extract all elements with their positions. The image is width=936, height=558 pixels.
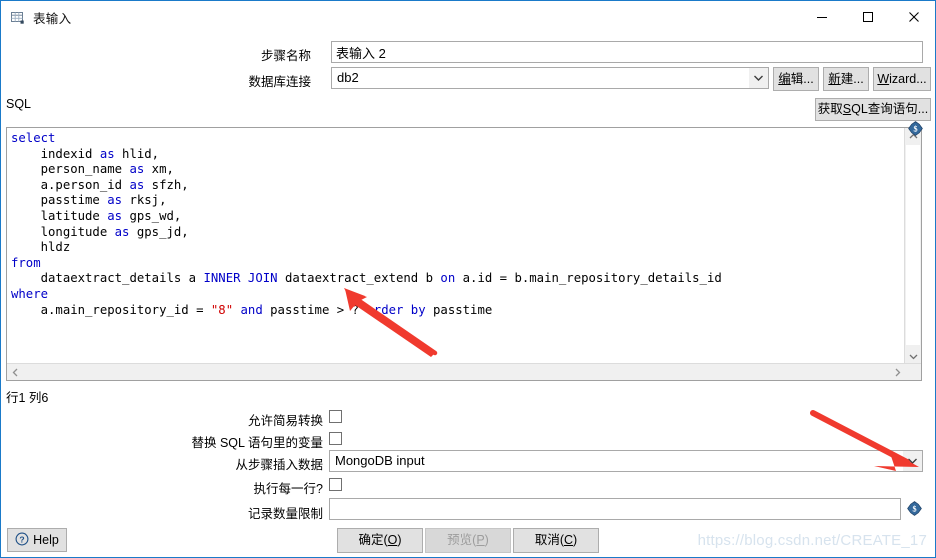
sql-section-label: SQL: [6, 97, 32, 111]
cancel-btn-close-paren: ): [573, 533, 578, 548]
close-button[interactable]: [891, 1, 935, 32]
get-sql-btn-rest: QL查询语句...: [851, 102, 929, 117]
new-btn-rest: 建...: [840, 71, 864, 86]
preview-btn-close-paren: ): [484, 533, 489, 548]
edit-connection-button[interactable]: 编辑...: [773, 67, 819, 91]
help-circle-icon: ?: [15, 532, 29, 549]
table-input-icon: [10, 10, 26, 26]
minimize-button[interactable]: [799, 1, 845, 32]
chevron-down-icon[interactable]: [903, 451, 922, 471]
sql-horizontal-scrollbar[interactable]: [7, 363, 921, 380]
row-limit-variable-marker-icon: $: [907, 501, 922, 516]
new-connection-button[interactable]: 新建...: [823, 67, 869, 91]
sql-variable-marker-icon: $: [908, 121, 923, 136]
maximize-icon: [863, 11, 873, 22]
new-btn-mnemonic: 新: [828, 71, 841, 86]
chevron-down-icon[interactable]: [749, 68, 768, 88]
sql-vertical-scroll-thumb[interactable]: [906, 145, 920, 345]
step-name-input[interactable]: [331, 41, 923, 63]
insert-data-from-step-combo[interactable]: MongoDB input: [329, 450, 923, 472]
wizard-button[interactable]: Wizard...: [873, 67, 931, 91]
insert-data-from-step-label: 从步骤插入数据: [235, 458, 323, 472]
maximize-button[interactable]: [845, 1, 891, 32]
preview-btn-mnemonic: P: [476, 533, 485, 548]
cancel-btn-mnemonic: C: [563, 533, 574, 548]
window-title: 表输入: [33, 12, 72, 26]
svg-text:$: $: [912, 505, 916, 514]
row-limit-label: 记录数量限制: [247, 507, 323, 521]
edit-btn-rest: 辑...: [790, 71, 814, 86]
svg-text:?: ?: [20, 534, 25, 544]
get-sql-btn-pre: 获取: [817, 102, 843, 117]
get-sql-btn-mnemonic: S: [842, 102, 852, 117]
close-icon: [909, 11, 919, 22]
ok-btn-close-paren: ): [397, 533, 402, 548]
step-name-label: 步骤名称: [260, 49, 311, 63]
preview-button[interactable]: 预览(P): [425, 528, 511, 553]
cancel-btn-text: 取消(: [534, 533, 564, 548]
allow-simple-transform-label: 允许简易转换: [247, 414, 323, 428]
preview-btn-text: 预览(: [447, 533, 477, 548]
ok-button[interactable]: 确定(O): [337, 528, 423, 553]
table-input-dialog: 表输入 步骤名称 数据库连接 db2: [0, 0, 936, 558]
sql-code-text[interactable]: select indexid as hlid, person_name as x…: [11, 131, 901, 318]
minimize-icon: [817, 16, 827, 18]
ok-btn-mnemonic: O: [387, 533, 398, 548]
scroll-down-icon[interactable]: [905, 348, 921, 364]
watermark-text: https://blog.csdn.net/CREATE_17: [697, 532, 927, 549]
title-bar-left: 表输入: [10, 8, 71, 27]
execute-for-each-row-label: 执行每一行?: [253, 482, 323, 496]
edit-btn-mnemonic: 编: [778, 71, 791, 86]
cancel-button[interactable]: 取消(C): [513, 528, 599, 553]
sql-editor[interactable]: select indexid as hlid, person_name as x…: [6, 127, 922, 381]
wizard-btn-rest: izard...: [889, 71, 927, 86]
replace-variables-label: 替换 SQL 语句里的变量: [191, 436, 324, 450]
insert-data-from-step-value: MongoDB input: [335, 453, 425, 468]
title-bar: 表输入: [1, 1, 935, 34]
replace-variables-checkbox[interactable]: [329, 432, 342, 445]
execute-for-each-row-checkbox[interactable]: [329, 478, 342, 491]
allow-simple-transform-checkbox[interactable]: [329, 410, 342, 423]
scroll-left-icon[interactable]: [7, 364, 23, 380]
scroll-right-icon[interactable]: [889, 364, 905, 380]
ok-btn-text: 确定(: [358, 533, 388, 548]
wizard-btn-mnemonic: W: [877, 71, 890, 86]
svg-text:$: $: [913, 125, 917, 134]
help-button[interactable]: ? Help: [7, 528, 67, 552]
get-sql-statement-button[interactable]: 获取SQL查询语句...: [815, 98, 931, 121]
sql-cursor-status: 行1 列6: [6, 391, 49, 405]
db-connection-label: 数据库连接: [248, 75, 311, 89]
db-connection-value: db2: [337, 70, 359, 85]
db-connection-combo[interactable]: db2: [331, 67, 769, 89]
help-button-label: Help: [33, 533, 59, 547]
sql-vertical-scrollbar[interactable]: [904, 128, 921, 364]
row-limit-input[interactable]: [329, 498, 901, 520]
